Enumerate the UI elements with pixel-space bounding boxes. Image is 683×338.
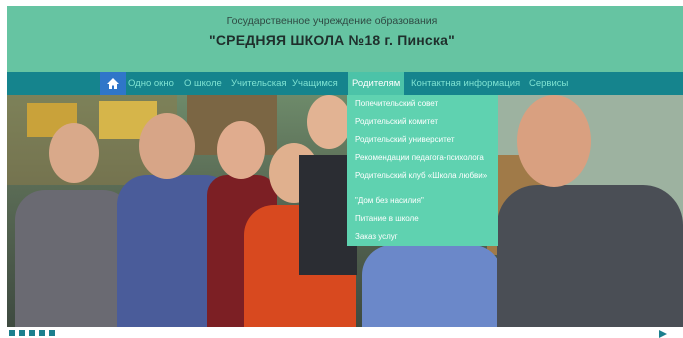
site-header: Государственное учреждение образования "… (7, 6, 683, 72)
menu-item-parent-university[interactable]: Родительский университет (355, 135, 495, 144)
hero-photo (7, 95, 683, 327)
menu-item-board-of-trustees[interactable]: Попечительский совет (355, 99, 495, 108)
nav-item-contacts[interactable]: Контактная информация (411, 72, 520, 95)
nav-item-about[interactable]: О школе (184, 72, 222, 95)
student-face (49, 123, 99, 183)
main-nav: Одно окно О школе Учительская Учащимся Р… (7, 72, 683, 95)
menu-item-parent-committee[interactable]: Родительский комитет (355, 117, 495, 126)
nav-item-one-window[interactable]: Одно окно (128, 72, 174, 95)
menu-item-school-meals[interactable]: Питание в школе (355, 214, 495, 223)
teacher-face (517, 95, 591, 187)
slider-indicators (7, 330, 683, 338)
slider-dot[interactable] (29, 330, 35, 336)
menu-item-order-services[interactable]: Заказ услуг (355, 232, 495, 241)
nav-item-teachers[interactable]: Учительская (231, 72, 287, 95)
nav-item-services[interactable]: Сервисы (529, 72, 568, 95)
school-title[interactable]: "СРЕДНЯЯ ШКОЛА №18 г. Пинска" (7, 32, 657, 48)
student-figure (362, 245, 502, 327)
slider-dot[interactable] (19, 330, 25, 336)
student-face (139, 113, 195, 179)
student-face (217, 121, 265, 179)
slider-dot[interactable] (39, 330, 45, 336)
student-figure (15, 190, 133, 327)
nav-item-students[interactable]: Учащимся (292, 72, 338, 95)
menu-item-psychologist-recommendations[interactable]: Рекомендации педагога-психолога (355, 153, 495, 162)
parents-dropdown-menu: Попечительский совет Родительский комите… (347, 95, 498, 246)
menu-item-parent-club[interactable]: Родительский клуб «Школа любви» (355, 171, 495, 180)
slider-dot[interactable] (9, 330, 15, 336)
nav-item-parents[interactable]: Родителям (348, 72, 405, 95)
next-arrow-icon[interactable] (657, 330, 669, 338)
student-face (307, 95, 351, 149)
slider-dot[interactable] (49, 330, 55, 336)
teacher-figure (497, 185, 683, 327)
menu-item-home-without-violence[interactable]: "Дом без насилия" (355, 196, 495, 205)
header-subtitle: Государственное учреждение образования (226, 15, 438, 27)
home-icon (107, 78, 119, 89)
home-button[interactable] (100, 72, 126, 95)
